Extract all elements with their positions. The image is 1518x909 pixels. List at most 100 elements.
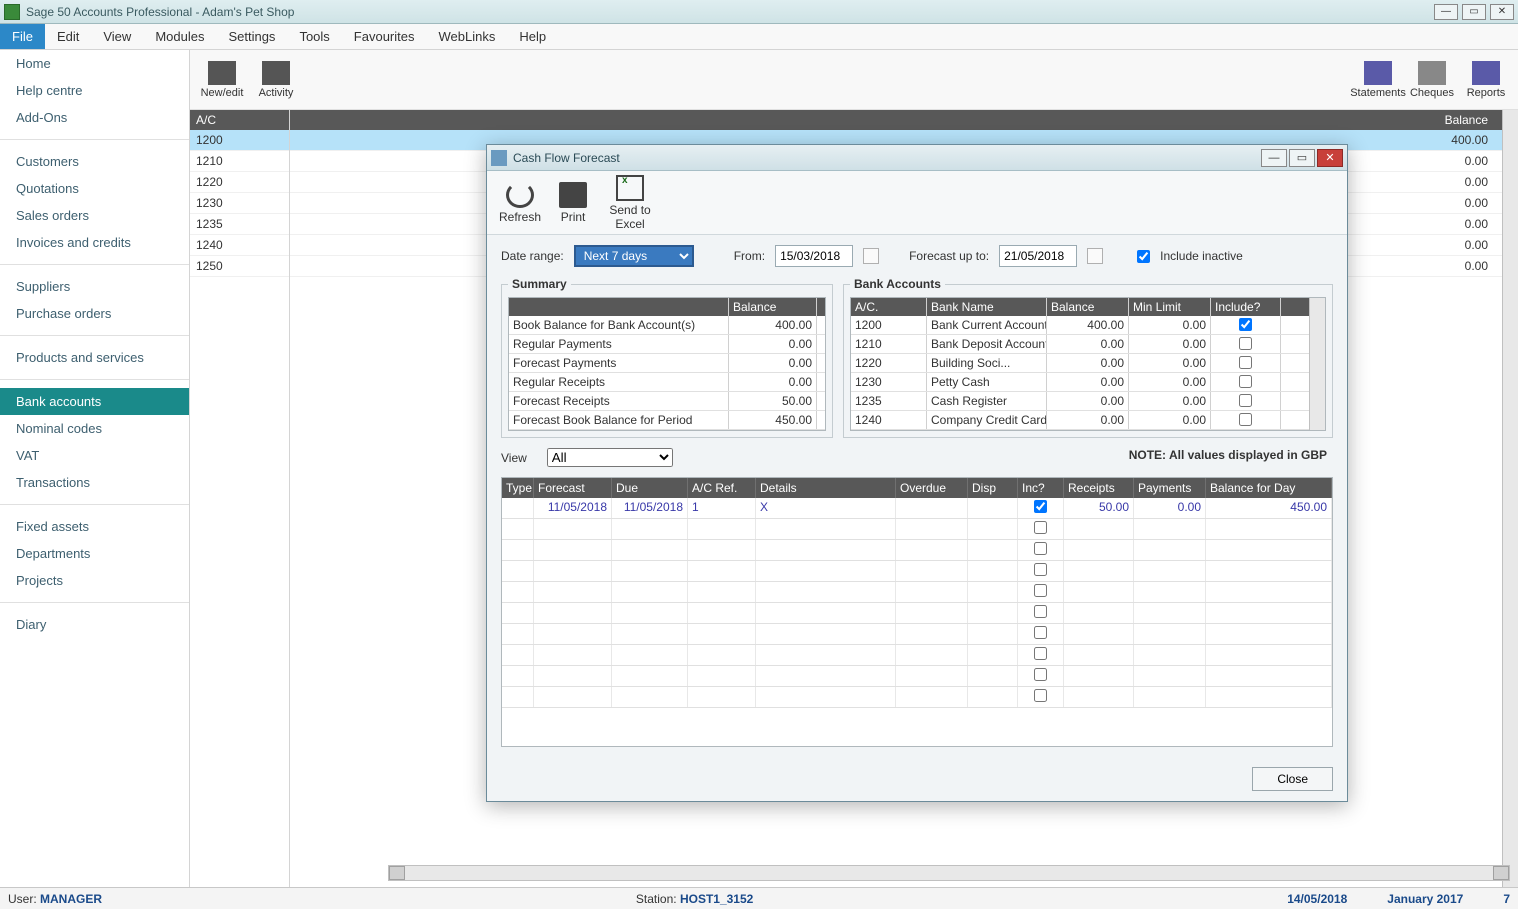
bank-row[interactable]: 1230Petty Cash0.000.00 (851, 373, 1309, 392)
menu-favourites[interactable]: Favourites (342, 24, 427, 49)
activity-icon (262, 61, 290, 85)
scroll-right-icon[interactable] (1493, 866, 1509, 880)
menu-help[interactable]: Help (507, 24, 558, 49)
bank-include-checkbox[interactable] (1239, 394, 1252, 407)
nav-invoices[interactable]: Invoices and credits (0, 229, 189, 256)
bg-row-ac[interactable]: 1240 (190, 235, 289, 256)
nav-vat[interactable]: VAT (0, 442, 189, 469)
menu-edit[interactable]: Edit (45, 24, 91, 49)
dialog-include-inactive-label: Include inactive (1160, 249, 1243, 263)
bg-header-balance: Balance (290, 110, 1502, 130)
tool-activity[interactable]: Activity (252, 61, 300, 99)
bank-row[interactable]: 1220Building Soci...0.000.00 (851, 354, 1309, 373)
detail-inc-checkbox[interactable] (1034, 521, 1047, 534)
bg-row-ac[interactable]: 1210 (190, 151, 289, 172)
detail-inc-checkbox[interactable] (1034, 626, 1047, 639)
scroll-left-icon[interactable] (389, 866, 405, 880)
tool-reports[interactable]: Reports (1462, 61, 1510, 99)
dialog-maximize-button[interactable]: ▭ (1289, 149, 1315, 167)
menu-file[interactable]: File (0, 24, 45, 49)
view-select[interactable]: All (547, 448, 673, 467)
nav-diary[interactable]: Diary (0, 611, 189, 638)
bank-include-checkbox[interactable] (1239, 337, 1252, 350)
forecast-to-input[interactable] (999, 245, 1077, 267)
close-button[interactable]: ✕ (1490, 4, 1514, 20)
maximize-button[interactable]: ▭ (1462, 4, 1486, 20)
close-button[interactable]: Close (1252, 767, 1333, 791)
print-button[interactable]: Print (559, 182, 587, 224)
window-titlebar: Sage 50 Accounts Professional - Adam's P… (0, 0, 1518, 24)
detail-inc-checkbox[interactable] (1034, 500, 1047, 513)
nav-suppliers[interactable]: Suppliers (0, 273, 189, 300)
detail-row-empty (502, 687, 1332, 708)
nav-addons[interactable]: Add-Ons (0, 104, 189, 131)
detail-inc-checkbox[interactable] (1034, 563, 1047, 576)
view-label: View (501, 451, 527, 465)
window-title: Sage 50 Accounts Professional - Adam's P… (26, 5, 1434, 19)
tool-statements[interactable]: Statements (1354, 61, 1402, 99)
bg-row-ac[interactable]: 1200 (190, 130, 289, 151)
bank-row[interactable]: 1235Cash Register0.000.00 (851, 392, 1309, 411)
nav-customers[interactable]: Customers (0, 148, 189, 175)
bg-row-ac[interactable]: 1235 (190, 214, 289, 235)
menu-tools[interactable]: Tools (287, 24, 341, 49)
nav-purchase-orders[interactable]: Purchase orders (0, 300, 189, 327)
refresh-icon (506, 182, 534, 208)
tool-cheques[interactable]: Cheques (1408, 61, 1456, 99)
nav-home[interactable]: Home (0, 50, 189, 77)
minimize-button[interactable]: — (1434, 4, 1458, 20)
nav-bank-accounts[interactable]: Bank accounts (0, 388, 189, 415)
reports-icon (1472, 61, 1500, 85)
bg-scrollbar-h[interactable] (388, 865, 1510, 881)
detail-inc-checkbox[interactable] (1034, 542, 1047, 555)
dialog-minimize-button[interactable]: — (1261, 149, 1287, 167)
bank-row[interactable]: 1240Company Credit Card0.000.00 (851, 411, 1309, 430)
nav-fixed-assets[interactable]: Fixed assets (0, 513, 189, 540)
detail-row-empty (502, 645, 1332, 666)
bg-row-ac[interactable]: 1230 (190, 193, 289, 214)
bank-include-checkbox[interactable] (1239, 413, 1252, 426)
detail-row[interactable]: 11/05/201811/05/20181X50.000.00450.00 (502, 498, 1332, 519)
dialog-titlebar: Cash Flow Forecast — ▭ ✕ (487, 145, 1347, 171)
menu-weblinks[interactable]: WebLinks (427, 24, 508, 49)
detail-inc-checkbox[interactable] (1034, 668, 1047, 681)
nav-transactions[interactable]: Transactions (0, 469, 189, 496)
bank-row[interactable]: 1200Bank Current Account400.000.00 (851, 316, 1309, 335)
bg-row-ac[interactable]: 1250 (190, 256, 289, 277)
bank-include-checkbox[interactable] (1239, 318, 1252, 331)
date-range-select[interactable]: Next 7 days (574, 245, 694, 267)
detail-row-empty (502, 603, 1332, 624)
bg-row-ac[interactable]: 1220 (190, 172, 289, 193)
calendar-icon[interactable] (1087, 248, 1103, 264)
detail-inc-checkbox[interactable] (1034, 584, 1047, 597)
bank-row[interactable]: 1210Bank Deposit Account0.000.00 (851, 335, 1309, 354)
nav-products[interactable]: Products and services (0, 344, 189, 371)
bank-include-checkbox[interactable] (1239, 356, 1252, 369)
menu-view[interactable]: View (91, 24, 143, 49)
dialog-close-button[interactable]: ✕ (1317, 149, 1343, 167)
nav-projects[interactable]: Projects (0, 567, 189, 594)
from-date-input[interactable] (775, 245, 853, 267)
statusbar: User: MANAGER Station: HOST1_3152 14/05/… (0, 887, 1518, 909)
detail-inc-checkbox[interactable] (1034, 647, 1047, 660)
detail-grid: Type Forecast Due A/C Ref. Details Overd… (501, 477, 1333, 747)
nav-quotations[interactable]: Quotations (0, 175, 189, 202)
detail-inc-checkbox[interactable] (1034, 605, 1047, 618)
bank-accounts-fieldset: Bank Accounts A/C. Bank Name Balance Min… (843, 277, 1333, 438)
send-to-excel-button[interactable]: Send to Excel (605, 175, 655, 231)
menu-modules[interactable]: Modules (143, 24, 216, 49)
dialog-include-inactive-checkbox[interactable] (1137, 250, 1150, 263)
bank-scrollbar[interactable] (1309, 298, 1325, 430)
menu-settings[interactable]: Settings (216, 24, 287, 49)
nav-help-centre[interactable]: Help centre (0, 77, 189, 104)
bank-include-checkbox[interactable] (1239, 375, 1252, 388)
tool-new-edit[interactable]: New/edit (198, 61, 246, 99)
detail-inc-checkbox[interactable] (1034, 689, 1047, 702)
bg-scrollbar-v[interactable] (1502, 110, 1518, 887)
app-icon (4, 4, 20, 20)
nav-sales-orders[interactable]: Sales orders (0, 202, 189, 229)
calendar-icon[interactable] (863, 248, 879, 264)
nav-nominal-codes[interactable]: Nominal codes (0, 415, 189, 442)
refresh-button[interactable]: Refresh (499, 182, 541, 224)
nav-departments[interactable]: Departments (0, 540, 189, 567)
